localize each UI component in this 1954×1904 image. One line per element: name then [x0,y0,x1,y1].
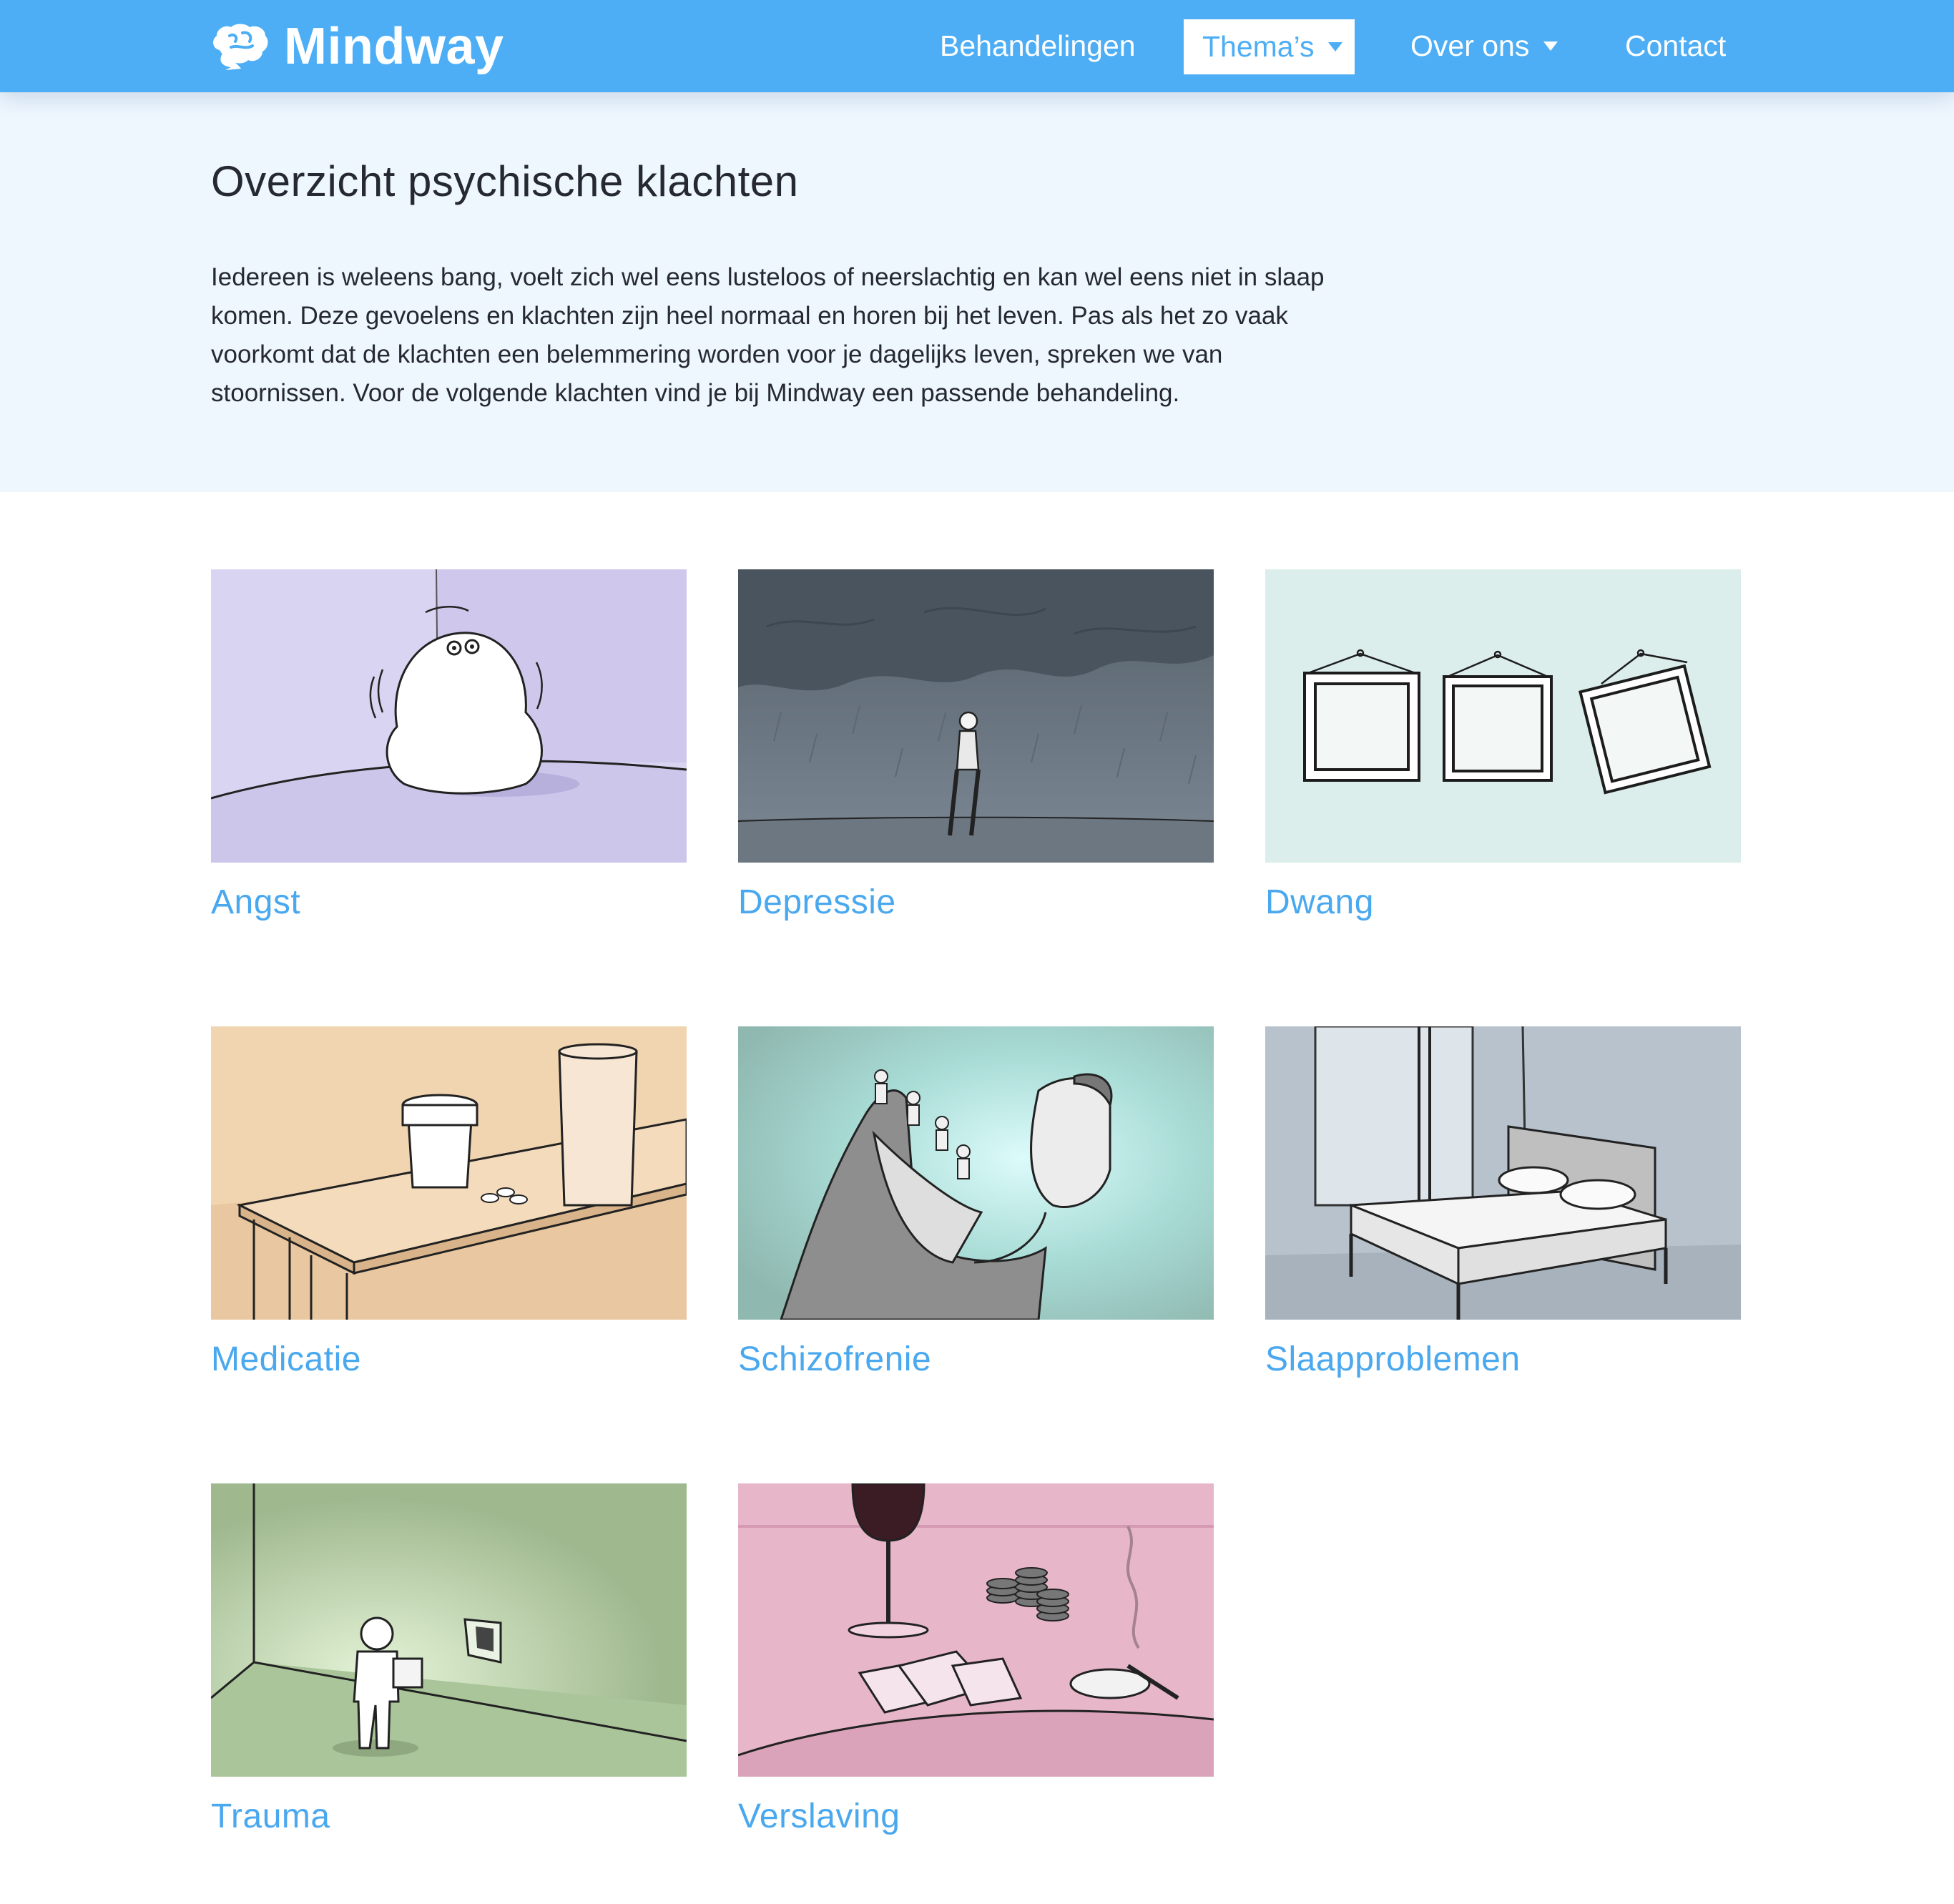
hero-section: Overzicht psychische klachten Iedereen i… [0,92,1954,492]
page-title: Overzicht psychische klachten [211,157,799,205]
theme-image-verslaving [738,1483,1214,1777]
theme-title-medicatie: Medicatie [211,1340,361,1378]
theme-image-slaapproblemen [1265,1026,1741,1320]
nav-over-ons-label: Over ons [1410,29,1530,62]
nav-contact-label: Contact [1625,29,1727,62]
nav-behandelingen-label: Behandelingen [940,29,1136,62]
theme-card-angst[interactable]: Angst [211,569,687,970]
brain-icon [213,24,268,70]
theme-title-verslaving: Verslaving [738,1797,900,1835]
intro-text: Iedereen is weleens bang, voelt zich wel… [211,263,1325,407]
brand-logo-link[interactable]: Mindway [210,14,504,79]
caret-down-icon [1543,41,1558,51]
nav-over-ons-dropdown[interactable]: Over ons [1410,0,1558,92]
theme-card-slaapproblemen[interactable]: Slaapproblemen [1265,1026,1741,1427]
theme-image-trauma [211,1483,687,1777]
theme-card-schizofrenie[interactable]: Schizofrenie [738,1026,1214,1427]
theme-title-dwang: Dwang [1265,883,1374,921]
theme-card-medicatie[interactable]: Medicatie [211,1026,687,1427]
theme-title-depressie: Depressie [738,883,896,921]
nav-themas-label: Thema’s [1202,30,1315,63]
caret-down-icon [1328,42,1343,51]
theme-grid: Angst Depressie Dwang Medicatie Schizofr… [211,569,1742,1857]
theme-image-medicatie [211,1026,687,1320]
nav-behandelingen[interactable]: Behandelingen [940,0,1136,92]
theme-card-trauma[interactable]: Trauma [211,1483,687,1884]
theme-image-dwang [1265,569,1741,863]
theme-image-schizofrenie [738,1026,1214,1320]
theme-title-schizofrenie: Schizofrenie [738,1340,932,1378]
navbar: Mindway Behandelingen Thema’s Over ons C… [0,0,1954,92]
nav-themas-dropdown[interactable]: Thema’s [1184,19,1355,74]
theme-title-slaapproblemen: Slaapproblemen [1265,1340,1521,1378]
nav-contact[interactable]: Contact [1625,0,1726,92]
theme-image-angst [211,569,687,863]
theme-card-depressie[interactable]: Depressie [738,569,1214,970]
theme-title-angst: Angst [211,883,301,921]
theme-image-depressie [738,569,1214,863]
theme-card-dwang[interactable]: Dwang [1265,569,1741,970]
theme-title-trauma: Trauma [211,1797,330,1835]
brand-name: Mindway [284,18,504,75]
theme-card-verslaving[interactable]: Verslaving [738,1483,1214,1884]
